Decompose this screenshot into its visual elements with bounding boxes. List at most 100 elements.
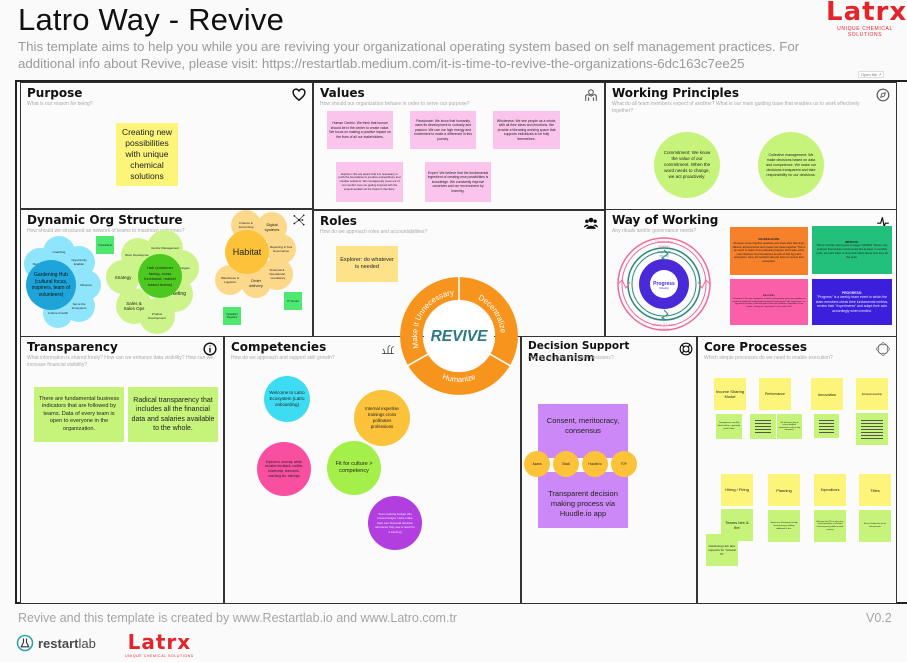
- value-sticky[interactable]: Expert: We believe that the fundamental …: [425, 162, 491, 202]
- competency-circle[interactable]: Explorer's Journey: which includes feedb…: [257, 442, 311, 496]
- competency-circle[interactable]: Internal expertise trainings cross polli…: [354, 390, 410, 446]
- panel-subtitle: What is our reason for being?: [27, 101, 93, 107]
- zigzag-connector: [661, 309, 669, 321]
- value-sticky[interactable]: Explorer: We are aware that it is necess…: [336, 162, 403, 202]
- ritual-card-share-learn[interactable]: SHARE&LEARN: All teams come together qua…: [730, 227, 808, 275]
- revive-wheel: REVIVE Make it Unnecessary Decentralize …: [400, 277, 518, 395]
- process-detail-sticky[interactable]: [856, 413, 888, 445]
- value-sticky[interactable]: Passionate: We know that humanity owes i…: [410, 111, 476, 149]
- panel-subtitle: How do we approach and support skill gro…: [231, 355, 335, 361]
- board-canvas: Purpose What is our reason for being? Cr…: [15, 80, 907, 604]
- process-sticky[interactable]: Income Sharing Model: [714, 378, 746, 410]
- latro-footer-word: Latrx: [127, 630, 192, 654]
- process-sticky[interactable]: Expenditures: [814, 474, 846, 506]
- cycle-label-share-learn: Share & Learn: [652, 323, 675, 327]
- people-icon: [584, 217, 598, 229]
- panel-subtitle: How should our organization behave in or…: [320, 101, 470, 107]
- team-hug-icon: [585, 89, 597, 101]
- process-detail-sticky[interactable]: Teams use Discovery for high level plann…: [768, 510, 800, 542]
- panel-way-of-working: Way of Working Any rituals and/or govern…: [605, 209, 897, 337]
- transparency-sticky[interactable]: There are fundamental business indicator…: [34, 387, 124, 442]
- competency-circle[interactable]: Fit for culture > competency: [327, 441, 381, 495]
- decision-tool-asana[interactable]: Asana: [524, 451, 550, 477]
- ritual-card-text: "Discovery" is the core of progress, in …: [732, 297, 806, 309]
- process-sticky[interactable]: Hiring / Firing: [721, 474, 753, 506]
- panel-subtitle: How do we make important decisions?: [528, 355, 614, 361]
- process-sticky[interactable]: Innovation: [811, 378, 843, 410]
- process-detail-sticky[interactable]: We do know to how to assess feedback mec…: [777, 414, 802, 439]
- panel-subtitle: What do all team members expect of anoth…: [612, 101, 860, 114]
- hub-petal[interactable]: Strategy: [106, 260, 140, 294]
- org-sticky[interactable]: IT Vendor: [284, 292, 302, 310]
- cycle-sub-progress: (Weekly): [659, 287, 669, 290]
- panel-values: Values How should our organization behav…: [313, 82, 605, 210]
- role-sticky[interactable]: Explorer: do whatever is needed: [336, 246, 398, 282]
- process-sticky[interactable]: Titles: [859, 474, 891, 506]
- panel-title: Working Principles: [612, 86, 739, 100]
- decision-top-note[interactable]: Consent, meritocracy, consensus: [538, 404, 628, 458]
- panel-core-processes: Core Processes Which simple processes do…: [697, 336, 897, 604]
- heart-icon: [292, 88, 306, 102]
- principle-circle[interactable]: Commitment: We know the value of our com…: [654, 132, 720, 198]
- purpose-sticky[interactable]: Creating new possibilities with unique c…: [116, 123, 178, 186]
- panel-subtitle: What information is shared freely? How c…: [27, 355, 214, 368]
- process-detail-sticky[interactable]: We use flexible titles for the external …: [859, 510, 891, 542]
- ritual-card-text: "Progress" is a weekly team event in whi…: [815, 295, 889, 313]
- ritual-card-improve[interactable]: IMPROVE: This a monthly team event to tr…: [812, 226, 892, 274]
- restartlab-word-a: restart: [38, 635, 79, 651]
- decision-bottom-note[interactable]: Transparent decision making process via …: [538, 472, 628, 528]
- value-sticky[interactable]: Wholeness: We see people as a whole, wit…: [493, 111, 560, 149]
- competency-circle[interactable]: Team training budget (No preset budget. …: [368, 496, 422, 550]
- decision-tool-f2f[interactable]: F2F: [611, 451, 637, 477]
- revive-center-label: REVIVE: [431, 328, 489, 345]
- org-sticky[interactable]: Ingredient Suppliers: [223, 307, 241, 325]
- process-sticky[interactable]: Planning: [768, 474, 800, 506]
- info-icon: [203, 342, 217, 356]
- flask-icon: [16, 634, 34, 652]
- ritual-card-text: All teams come together quarterly and sh…: [732, 242, 806, 263]
- org-sticky[interactable]: Consultants: [96, 236, 114, 254]
- cycle-label-improve: Improve: [658, 250, 671, 254]
- cycle-icon: [876, 342, 890, 356]
- panel-title: Competencies: [231, 340, 327, 354]
- process-detail-sticky[interactable]: [814, 414, 839, 438]
- page-title: Latro Way - Revive: [18, 2, 285, 37]
- panel-org-structure: Dynamic Org Structure How should we stru…: [20, 209, 313, 337]
- version-label: V0.2: [866, 611, 892, 625]
- cycle-sub-share-learn: (Quarterly): [659, 328, 670, 331]
- latro-logo-tagline: UNIQUE CHEMICAL SOLUTIONS: [837, 26, 893, 38]
- gardening-hub-center[interactable]: Gardening Hub (cultural focus, inspirers…: [26, 260, 76, 310]
- panel-subtitle: Which simple processes do we need to ena…: [704, 355, 833, 361]
- process-sticky[interactable]: Entrepreneurship: [856, 378, 888, 410]
- panel-decision-support: Decision Support Mechanism How do we mak…: [521, 336, 697, 604]
- decision-tool-slack[interactable]: Slack: [553, 451, 579, 477]
- principle-circle[interactable]: Collective management: We make decisions…: [758, 132, 824, 198]
- process-detail-sticky[interactable]: Hubs own their P&L so only rule is: ever…: [814, 510, 846, 542]
- panel-title: Purpose: [27, 86, 83, 100]
- ritual-card-progress[interactable]: PROGRESS: "Progress" is a weekly team ev…: [812, 279, 892, 325]
- hub-center[interactable]: Hub (customer facing, cross functional, …: [138, 254, 182, 298]
- network-icon: [293, 214, 305, 226]
- panel-subtitle: How do we approach roles and accountabil…: [320, 229, 428, 235]
- cycle-sub-discovery: (Quarterly): [659, 245, 670, 248]
- value-sticky[interactable]: Human Centric: We think that human shoul…: [327, 111, 393, 149]
- competency-circle[interactable]: Welcome to Latro Ecosystem (Latro onboar…: [264, 376, 310, 422]
- compass-icon: [876, 88, 890, 102]
- transparency-sticky[interactable]: Radical transparency that includes all t…: [128, 387, 218, 442]
- decision-tool-huudle[interactable]: Huudle.io: [582, 451, 608, 477]
- ritual-card-discovery[interactable]: DISCOVERY: "Discovery" is the core of pr…: [730, 279, 808, 325]
- process-sticky[interactable]: Performance: [759, 378, 791, 410]
- habitat-center[interactable]: Habitat: [225, 230, 269, 274]
- process-detail-sticky[interactable]: [750, 414, 776, 439]
- ritual-card-text: This a monthly team event to trigger KAI…: [816, 243, 888, 259]
- process-detail-sticky[interactable]: Gardening Hub also supports for "cultura…: [706, 534, 738, 566]
- cycle-label-discovery: Discovery: [655, 239, 673, 244]
- sprout-icon: [382, 345, 394, 355]
- panel-title: Dynamic Org Structure: [27, 213, 183, 227]
- latro-footer-tagline: UNIQUE CHEMICAL SOLUTIONS: [125, 654, 194, 658]
- process-detail-sticky[interactable]: Transparent, monthly fixed salary + quar…: [716, 414, 742, 439]
- latro-footer-logo: Latrx UNIQUE CHEMICAL SOLUTIONS: [125, 632, 194, 658]
- cycle-sub-improve: (Monthly): [659, 255, 668, 258]
- restartlab-logo: restartlab: [16, 634, 96, 652]
- open-file-button[interactable]: Open file ↗: [858, 71, 885, 78]
